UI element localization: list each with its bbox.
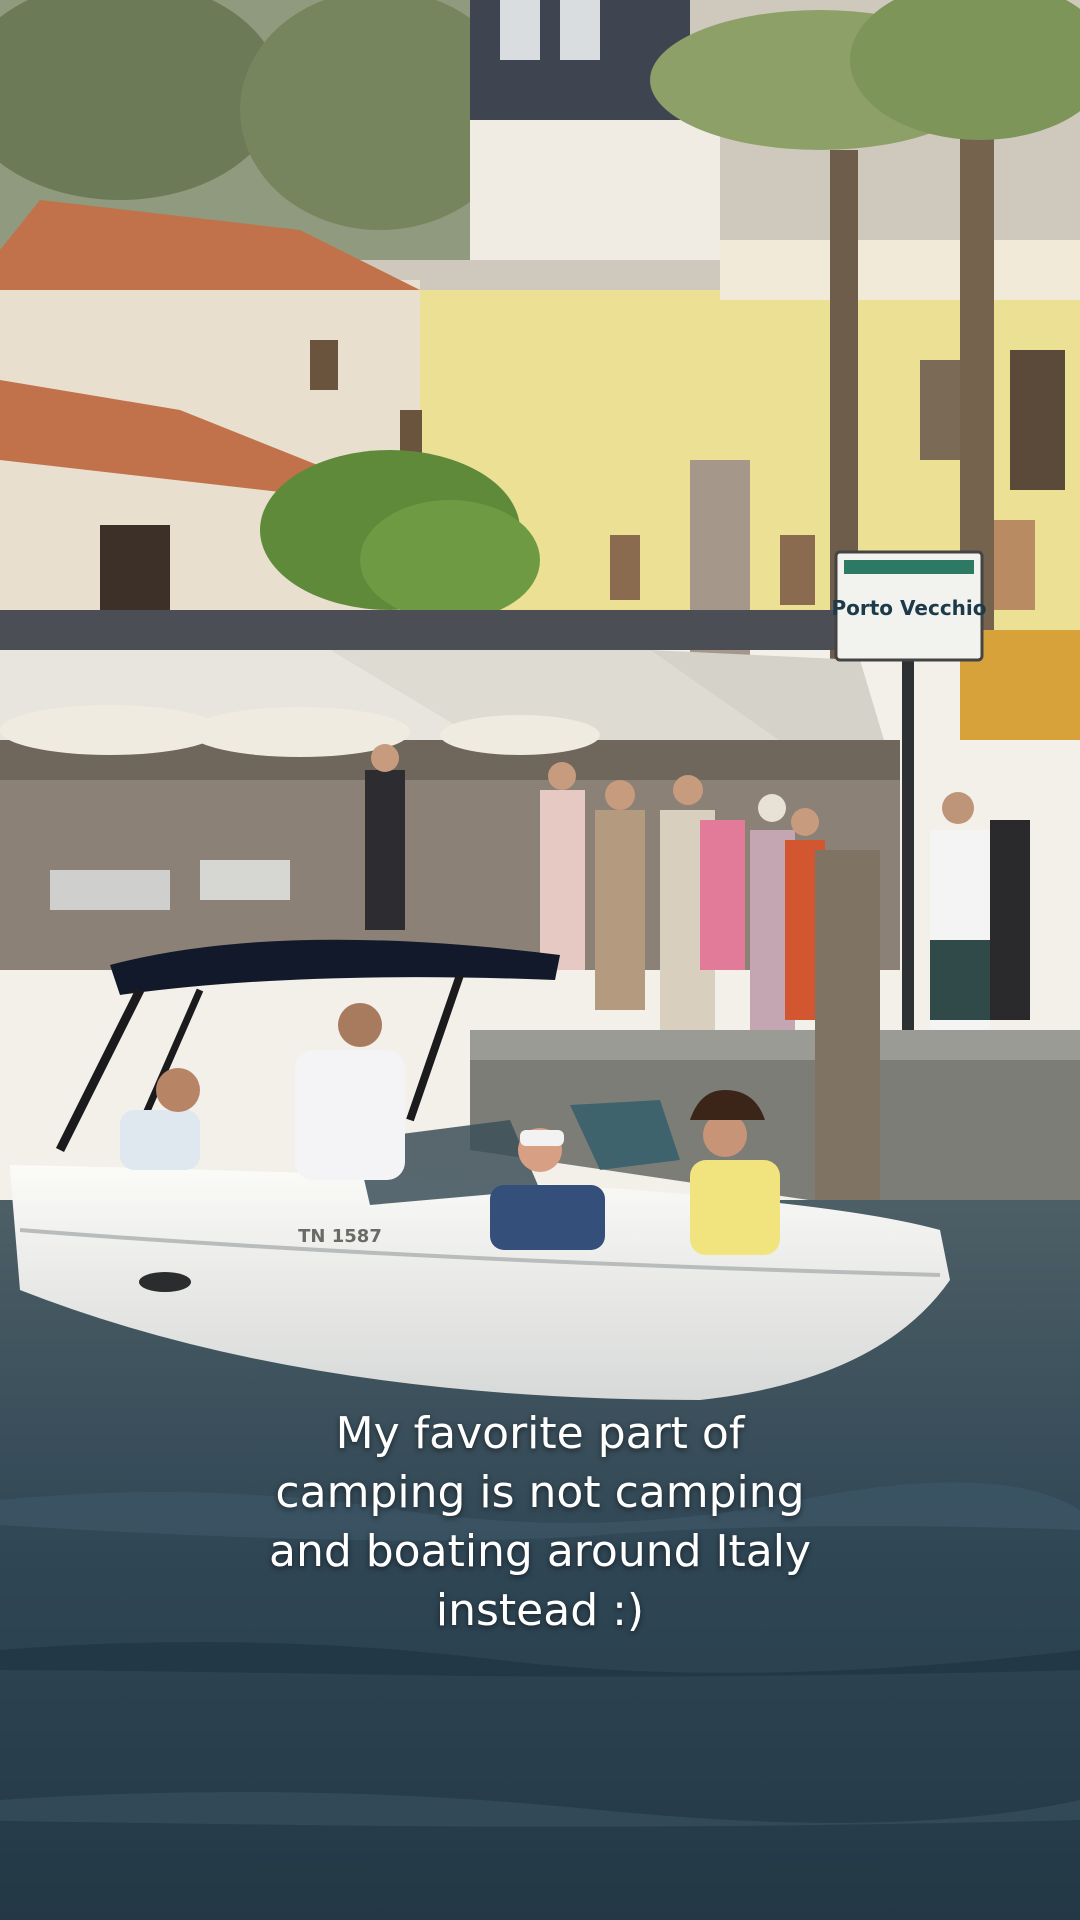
video-frame: Porto Vecchio TN 1587 My favorite part o…: [0, 0, 1080, 1920]
caption-line: camping is not camping: [275, 1467, 805, 1518]
roof-edge: [0, 610, 900, 650]
passenger: [295, 1050, 405, 1180]
caption-line: instead :): [435, 1585, 645, 1636]
passenger: [690, 1160, 780, 1255]
mooring-post: [815, 850, 880, 1210]
boat-registration: TN 1587: [298, 1226, 382, 1247]
caption-line: and boating around Italy: [268, 1526, 811, 1577]
caption-overlay: My favorite part of camping is not campi…: [200, 1404, 880, 1640]
caption-line: My favorite part of: [335, 1408, 745, 1459]
passenger: [120, 1110, 200, 1170]
sign-title: Porto Vecchio: [831, 596, 986, 620]
passenger: [490, 1185, 605, 1250]
sign-post: [902, 620, 914, 1080]
umbrella: [0, 705, 220, 755]
